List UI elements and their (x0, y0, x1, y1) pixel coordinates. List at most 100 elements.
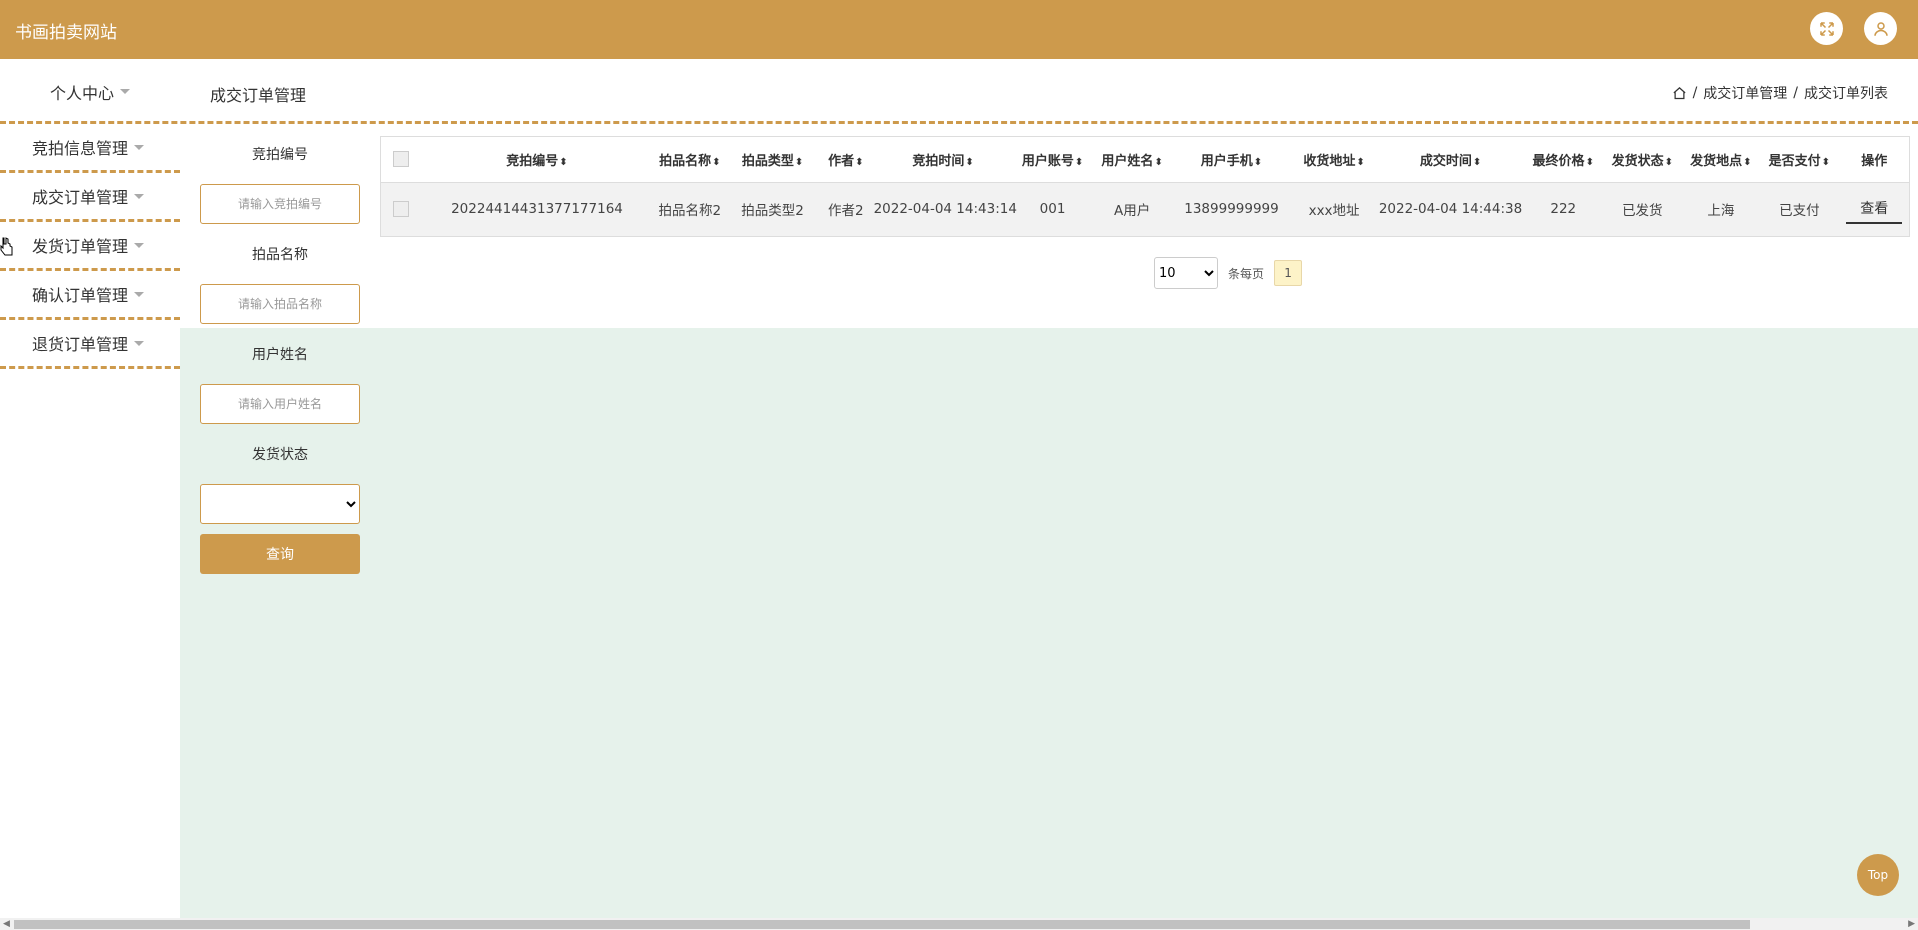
item-name-input[interactable] (200, 284, 360, 324)
sidebar-item-label: 发货订单管理 (32, 237, 129, 256)
page-title: 成交订单管理 (210, 86, 307, 105)
column-header[interactable]: 最终价格 (1524, 137, 1603, 183)
table-header-row: 竞拍编号 拍品名称 拍品类型 作者 竞拍时间 用户账号 用户姓名 用户手机 收货… (381, 137, 1909, 183)
content-background (180, 328, 1918, 918)
sidebar: 个人中心 竞拍信息管理 成交订单管理 发货订单管理 确认订单管理 退货订单管理 (0, 59, 180, 919)
column-header[interactable]: 拍品类型 (727, 137, 818, 183)
cell-action: 查看 (1839, 182, 1909, 236)
column-label: 竞拍编号 (506, 154, 567, 169)
row-checkbox[interactable] (393, 201, 410, 218)
ship-status-label: 发货状态 (252, 447, 308, 463)
top-navbar: 书画拍卖网站 (0, 0, 1918, 59)
select-all-checkbox[interactable] (393, 151, 410, 168)
view-button[interactable]: 查看 (1846, 194, 1903, 225)
ship-status-select[interactable] (200, 484, 360, 524)
column-label: 作者 (828, 154, 863, 169)
bid-no-label: 竞拍编号 (252, 147, 308, 163)
column-header[interactable]: 发货状态 (1602, 137, 1683, 183)
column-label: 操作 (1861, 153, 1888, 169)
caret-down-icon (134, 291, 145, 297)
sidebar-item-personal-center[interactable]: 个人中心 (0, 67, 180, 116)
column-label: 收货地址 (1303, 154, 1364, 169)
column-label: 是否支付 (1769, 154, 1830, 169)
sidebar-item-ship-orders[interactable]: 发货订单管理 (0, 222, 180, 271)
orders-table: 竞拍编号 拍品名称 拍品类型 作者 竞拍时间 用户账号 用户姓名 用户手机 收货… (380, 136, 1910, 237)
page-size-select[interactable]: 10 (1154, 257, 1218, 289)
sidebar-item-confirm-orders[interactable]: 确认订单管理 (0, 271, 180, 320)
column-label: 发货地点 (1690, 154, 1751, 169)
sidebar-item-deal-orders[interactable]: 成交订单管理 (0, 173, 180, 222)
column-header[interactable]: 用户账号 (1012, 137, 1093, 183)
cell-deal-time: 2022-04-04 14:44:38 (1378, 201, 1523, 218)
per-page-label: 条每页 (1228, 266, 1265, 281)
column-label: 拍品名称 (659, 154, 720, 169)
sidebar-item-bid-info[interactable]: 竞拍信息管理 (0, 124, 180, 173)
back-to-top-button[interactable]: Top (1857, 854, 1899, 896)
column-header[interactable]: 作者 (818, 137, 874, 183)
breadcrumb-item: 成交订单列表 (1804, 86, 1888, 102)
fullscreen-button[interactable] (1810, 12, 1843, 45)
column-header[interactable]: 拍品名称 (652, 137, 728, 183)
cell-item-name: 拍品名称2 (658, 203, 722, 220)
sidebar-item-label: 确认订单管理 (32, 286, 129, 305)
scroll-right-icon[interactable]: ▶ (1908, 919, 1915, 929)
cell-account: 001 (1039, 201, 1066, 218)
bid-no-input[interactable] (200, 184, 360, 224)
caret-down-icon (120, 89, 130, 94)
breadcrumb: / 成交订单管理 / 成交订单列表 (1672, 83, 1888, 103)
sidebar-item-label: 竞拍信息管理 (32, 139, 129, 158)
cell-phone: 13899999999 (1184, 201, 1279, 218)
breadcrumb-separator: / (1793, 85, 1798, 101)
column-header[interactable]: 收货地址 (1291, 137, 1377, 183)
column-label: 最终价格 (1533, 154, 1594, 169)
column-header[interactable]: 用户手机 (1171, 137, 1292, 183)
hand-cursor-icon (0, 237, 13, 256)
cell-author: 作者2 (827, 203, 864, 220)
page-number-button[interactable]: 1 (1274, 260, 1303, 286)
select-all-cell (381, 137, 422, 183)
column-label: 发货状态 (1612, 154, 1673, 169)
column-label: 用户姓名 (1101, 154, 1162, 169)
cell-ship-place: 上海 (1707, 203, 1735, 220)
caret-down-icon (134, 193, 145, 199)
scroll-left-icon[interactable]: ◀ (3, 919, 10, 929)
caret-down-icon (134, 242, 145, 248)
user-icon (1873, 21, 1888, 36)
breadcrumb-item[interactable]: 成交订单管理 (1703, 83, 1787, 103)
cell-address: xxx地址 (1308, 203, 1360, 220)
cell-ship-status: 已发货 (1622, 203, 1663, 220)
column-header[interactable]: 是否支付 (1759, 137, 1840, 183)
column-header[interactable]: 发货地点 (1682, 137, 1760, 183)
column-header[interactable]: 竞拍编号 (421, 137, 653, 183)
sidebar-item-return-orders[interactable]: 退货订单管理 (0, 320, 180, 369)
expand-icon (1819, 21, 1834, 36)
column-label: 成交时间 (1420, 154, 1481, 169)
column-header[interactable]: 用户姓名 (1092, 137, 1172, 183)
sidebar-item-label: 退货订单管理 (32, 335, 129, 354)
user-name-input[interactable] (200, 384, 360, 424)
query-button[interactable]: 查询 (200, 534, 360, 574)
column-header[interactable]: 成交时间 (1376, 137, 1525, 183)
home-icon[interactable] (1672, 86, 1687, 101)
scrollbar-thumb[interactable] (14, 920, 1750, 929)
column-label: 竞拍时间 (912, 154, 973, 169)
row-select-cell (381, 182, 422, 236)
column-label: 用户账号 (1022, 154, 1083, 169)
user-menu-button[interactable] (1864, 12, 1897, 45)
column-label: 用户手机 (1201, 154, 1262, 169)
item-name-label: 拍品名称 (252, 247, 308, 263)
caret-down-icon (134, 340, 145, 346)
sidebar-item-label: 个人中心 (49, 83, 114, 103)
cell-item-type: 拍品类型2 (741, 203, 804, 220)
site-title: 书画拍卖网站 (15, 23, 117, 43)
caret-down-icon (134, 144, 145, 150)
cell-user-name: A用户 (1114, 203, 1151, 220)
cell-bid-time: 2022-04-04 14:43:14 (873, 201, 1017, 218)
column-header[interactable]: 竞拍时间 (873, 137, 1013, 183)
column-label: 拍品类型 (742, 154, 803, 169)
breadcrumb-separator: / (1692, 85, 1698, 101)
pagination: 10 条每页 1 (1154, 257, 1303, 289)
cell-bid-no: 20224414431377177164 (451, 201, 623, 218)
cell-paid: 已支付 (1779, 203, 1820, 220)
horizontal-scrollbar[interactable]: ◀ ▶ (0, 918, 1918, 930)
